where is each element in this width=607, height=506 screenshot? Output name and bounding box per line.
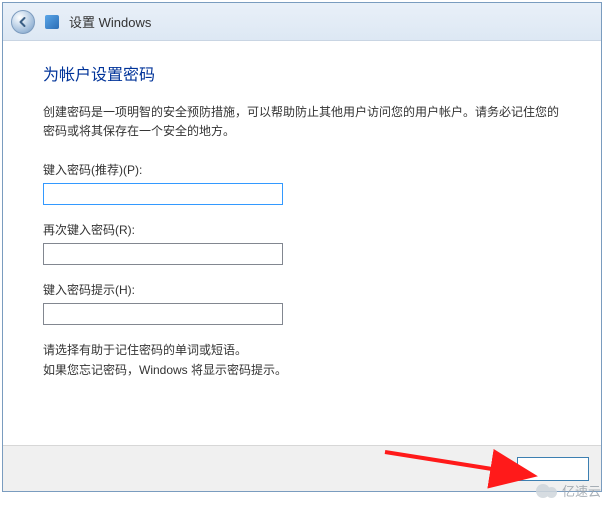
setup-window: 设置 Windows 为帐户设置密码 创建密码是一项明智的安全预防措施，可以帮助… xyxy=(2,2,602,492)
back-button[interactable] xyxy=(11,10,35,34)
content-area: 为帐户设置密码 创建密码是一项明智的安全预防措施，可以帮助防止其他用户访问您的用… xyxy=(3,41,601,445)
back-arrow-icon xyxy=(17,16,29,28)
hint-description-1: 请选择有助于记住密码的单词或短语。 xyxy=(43,341,561,360)
password-input[interactable] xyxy=(43,183,283,205)
password-label: 键入密码(推荐)(P): xyxy=(43,161,561,178)
titlebar: 设置 Windows xyxy=(3,3,601,41)
password-field-group: 键入密码(推荐)(P): xyxy=(43,161,561,205)
page-heading: 为帐户设置密码 xyxy=(43,61,561,85)
hint-description-2: 如果您忘记密码，Windows 将显示密码提示。 xyxy=(43,361,561,380)
window-title: 设置 Windows xyxy=(69,12,151,31)
watermark-text: 亿速云 xyxy=(562,481,601,500)
hint-field-group: 键入密码提示(H): xyxy=(43,281,561,325)
confirm-field-group: 再次键入密码(R): xyxy=(43,221,561,265)
cloud-icon xyxy=(536,483,558,499)
password-hint-input[interactable] xyxy=(43,303,283,325)
watermark: 亿速云 xyxy=(536,481,601,500)
page-description: 创建密码是一项明智的安全预防措施，可以帮助防止其他用户访问您的用户帐户。请务必记… xyxy=(43,103,561,141)
confirm-label: 再次键入密码(R): xyxy=(43,221,561,238)
confirm-password-input[interactable] xyxy=(43,243,283,265)
next-button[interactable] xyxy=(517,457,589,481)
app-icon xyxy=(43,13,61,31)
hint-label: 键入密码提示(H): xyxy=(43,281,561,298)
footer-bar xyxy=(3,445,601,491)
